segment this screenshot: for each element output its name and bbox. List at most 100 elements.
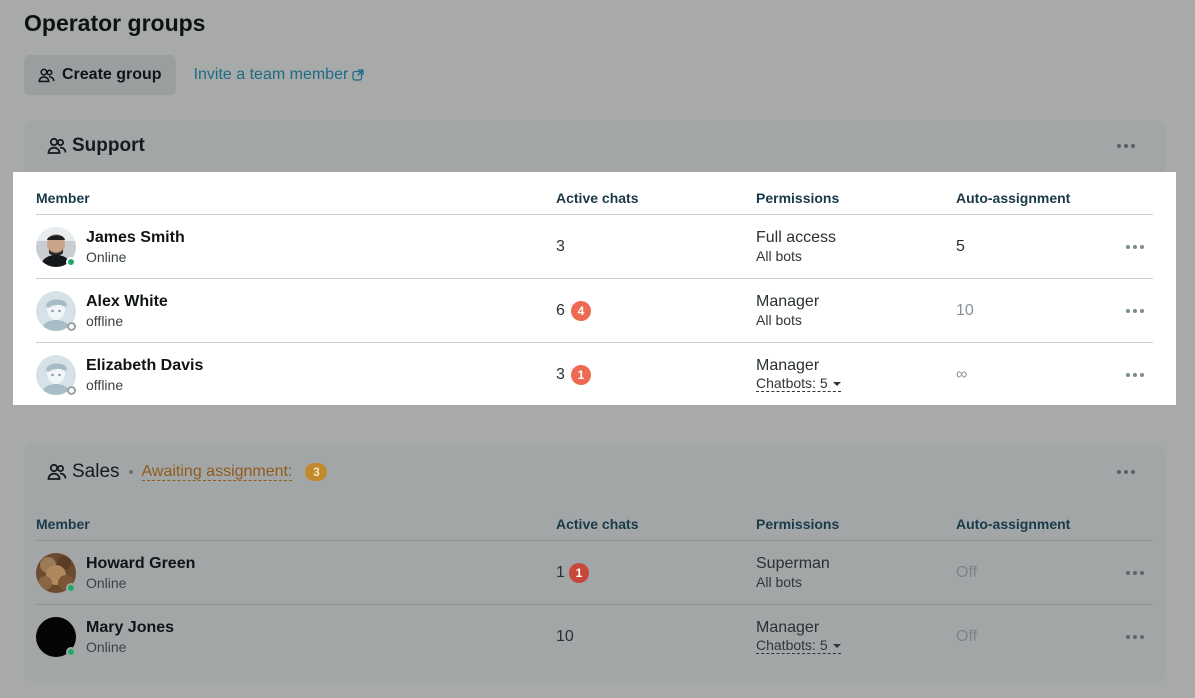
auto-assignment-value[interactable]: 10 [956, 302, 1106, 320]
auto-assignment-value[interactable]: Off [956, 628, 1106, 646]
table-row[interactable]: Mary Jones Online 10 Manager Chatbots: 5… [36, 605, 1153, 669]
table-row[interactable]: Howard Green Online 1 1 Superman All bot… [36, 541, 1153, 605]
group-icon [47, 463, 67, 480]
member-status: offline [86, 312, 124, 329]
column-permissions: Permissions [756, 190, 840, 206]
row-more-icon[interactable] [1126, 570, 1144, 575]
permissions-cell: Manager Chatbots: 5 [756, 619, 956, 655]
permissions-cell: Manager All bots [756, 293, 956, 328]
row-more-icon[interactable] [1126, 635, 1144, 639]
group-icon [38, 68, 55, 82]
row-more-icon[interactable] [1126, 308, 1144, 313]
auto-assignment-value[interactable]: Off [956, 564, 1106, 582]
active-chats-count: 3 [556, 237, 565, 255]
auto-assignment-value[interactable]: 5 [956, 238, 1106, 256]
permission-role: Manager [756, 619, 820, 636]
group-header-support: Support [24, 120, 1165, 172]
permission-role: Superman [756, 555, 830, 572]
group-more-icon[interactable] [1117, 470, 1135, 474]
column-member: Member [36, 190, 90, 206]
members-table-sales: Member Active chats Permissions Auto-ass… [24, 500, 1165, 669]
create-group-label: Create group [62, 66, 162, 83]
group-more-icon[interactable] [1117, 144, 1135, 148]
member-status: offline [86, 377, 124, 393]
avatar [36, 290, 76, 331]
column-active-chats: Active chats [556, 190, 639, 206]
permissions-cell: Superman All bots [756, 555, 956, 590]
group-card-sales: Sales Awaiting assignment: 3 Member Acti… [24, 444, 1165, 683]
invite-team-member-link[interactable]: Invite a team member [194, 66, 365, 84]
awaiting-assignment-link[interactable]: Awaiting assignment: [141, 463, 293, 481]
create-group-button[interactable]: Create group [24, 55, 176, 95]
avatar [36, 226, 76, 267]
member-name: Alex White [86, 292, 168, 310]
active-chats-cell: 3 1 [556, 365, 756, 385]
chatbots-dropdown[interactable]: Chatbots: 5 [756, 638, 841, 654]
table-row[interactable]: Alex White offline 6 4 Manager All bots … [36, 279, 1153, 343]
online-status-icon [66, 582, 76, 593]
toolbar: Create group Invite a team member [24, 55, 364, 95]
member-name: Howard Green [86, 554, 196, 572]
permission-bots: All bots [756, 574, 802, 590]
member-name: Elizabeth Davis [86, 357, 204, 374]
group-name: Sales [72, 461, 120, 482]
external-link-icon [352, 69, 364, 81]
active-chats-count: 3 [556, 366, 565, 383]
table-header: Member Active chats Permissions Auto-ass… [36, 174, 1153, 215]
group-icon [47, 137, 67, 154]
column-permissions: Permissions [756, 516, 840, 532]
member-status: Online [86, 639, 127, 655]
separator-dot [128, 470, 133, 474]
online-status-icon [66, 647, 76, 657]
online-status-icon [66, 256, 76, 267]
unread-badge: 4 [570, 300, 591, 321]
active-chats-count: 1 [556, 563, 565, 581]
member-name: James Smith [86, 228, 185, 246]
active-chats-count: 6 [556, 301, 565, 319]
active-chats-count: 10 [556, 628, 574, 645]
group-header-sales: Sales Awaiting assignment: 3 [24, 444, 1165, 500]
member-name: Mary Jones [86, 619, 175, 636]
table-row[interactable]: Elizabeth Davis offline 3 1 Manager Chat… [36, 343, 1153, 407]
member-status: Online [86, 248, 127, 265]
column-member: Member [36, 516, 90, 532]
row-more-icon[interactable] [1126, 244, 1144, 249]
avatar [36, 552, 76, 593]
unread-badge: 1 [570, 365, 591, 385]
offline-status-icon [67, 386, 76, 395]
unread-badge: 1 [568, 562, 589, 583]
active-chats-cell: 6 4 [556, 300, 756, 321]
group-name: Support [72, 135, 145, 156]
permission-bots: All bots [756, 312, 802, 328]
member-cell: Mary Jones Online [36, 617, 556, 657]
column-auto-assignment: Auto-assignment [956, 516, 1071, 532]
member-status: Online [86, 574, 127, 591]
column-active-chats: Active chats [556, 516, 639, 532]
auto-assignment-value[interactable]: ∞ [956, 366, 1106, 384]
permission-role: Manager [756, 293, 820, 310]
page-title: Operator groups [24, 10, 206, 36]
awaiting-count-badge: 3 [305, 463, 328, 481]
active-chats-cell: 3 [556, 238, 756, 256]
member-cell: James Smith Online [36, 226, 556, 267]
permission-role: Manager [756, 357, 820, 374]
table-row[interactable]: James Smith Online 3 Full access All bot… [36, 215, 1153, 279]
offline-status-icon [67, 321, 76, 331]
permissions-cell: Full access All bots [756, 229, 956, 264]
active-chats-cell: 1 1 [556, 562, 756, 583]
permission-bots: All bots [756, 248, 802, 264]
members-table-support: Member Active chats Permissions Auto-ass… [13, 172, 1176, 405]
table-header: Member Active chats Permissions Auto-ass… [36, 500, 1153, 541]
avatar [36, 617, 76, 657]
permissions-cell: Manager Chatbots: 5 [756, 357, 956, 393]
row-more-icon[interactable] [1126, 373, 1144, 377]
chatbots-dropdown[interactable]: Chatbots: 5 [756, 376, 841, 392]
column-auto-assignment: Auto-assignment [956, 190, 1071, 206]
active-chats-cell: 10 [556, 628, 756, 646]
invite-label: Invite a team member [193, 66, 349, 83]
avatar [36, 355, 76, 395]
group-card-support: Support Member Active chats Permissions … [13, 120, 1176, 405]
member-cell: Elizabeth Davis offline [36, 355, 556, 395]
member-cell: Alex White offline [36, 290, 556, 331]
member-cell: Howard Green Online [36, 552, 556, 593]
